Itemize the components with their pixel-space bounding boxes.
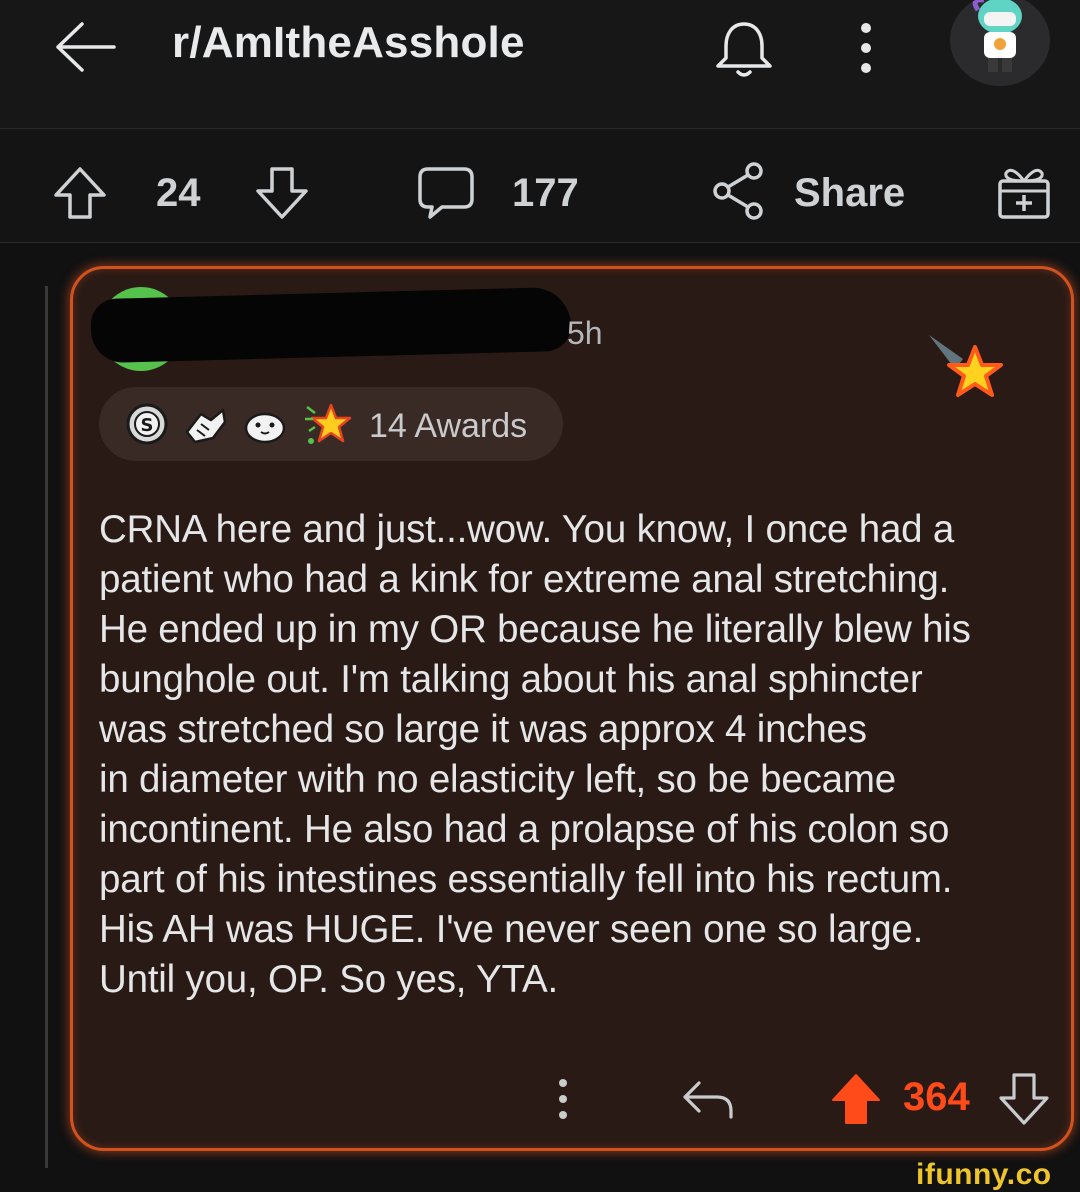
more-vertical-icon[interactable]	[852, 20, 880, 76]
back-arrow-icon[interactable]	[52, 18, 116, 76]
username-redaction	[90, 286, 572, 364]
comment-body: CRNA here and just...wow. You know, I on…	[99, 508, 971, 1001]
starstruck-award-icon	[305, 403, 352, 444]
comment-upvote-icon[interactable]	[831, 1073, 881, 1125]
subreddit-title[interactable]: r/AmItheAsshole	[172, 18, 525, 68]
handshake-award-icon	[185, 408, 227, 444]
ifunny-watermark: ifunny.co	[916, 1158, 1052, 1191]
silver-coin-award-icon: S	[126, 403, 168, 445]
reply-icon[interactable]	[681, 1077, 735, 1121]
svg-text:S: S	[141, 415, 154, 436]
post-vote-count: 24	[156, 171, 201, 215]
awards-pill[interactable]: S 14 Awards	[99, 387, 563, 461]
share-label[interactable]: Share	[794, 171, 905, 216]
share-icon[interactable]	[710, 161, 768, 221]
comment-card: 5h S 14 Awards CRNA here and just...wow.…	[70, 266, 1074, 1151]
comment-downvote-icon[interactable]	[999, 1073, 1049, 1125]
highlight-star-icon	[929, 335, 1003, 397]
comment-icon[interactable]	[416, 165, 476, 221]
downvote-icon[interactable]	[254, 165, 310, 221]
thread-line[interactable]	[45, 286, 48, 1168]
comment-score: 364	[903, 1075, 970, 1119]
awards-count-label: 14 Awards	[369, 407, 528, 445]
bell-icon[interactable]	[712, 18, 776, 82]
comment-more-icon[interactable]	[551, 1077, 575, 1121]
gift-award-icon[interactable]	[994, 161, 1054, 221]
avatar-character-icon	[972, 0, 1022, 72]
post-action-bar: 24 177 Share	[0, 129, 1080, 243]
comment-timestamp: 5h	[567, 315, 603, 351]
seal-award-icon	[244, 412, 286, 444]
comment-count: 177	[512, 171, 579, 215]
upvote-icon[interactable]	[52, 165, 108, 221]
top-bar: r/AmItheAsshole	[0, 0, 1080, 129]
user-avatar[interactable]	[950, 0, 1050, 86]
